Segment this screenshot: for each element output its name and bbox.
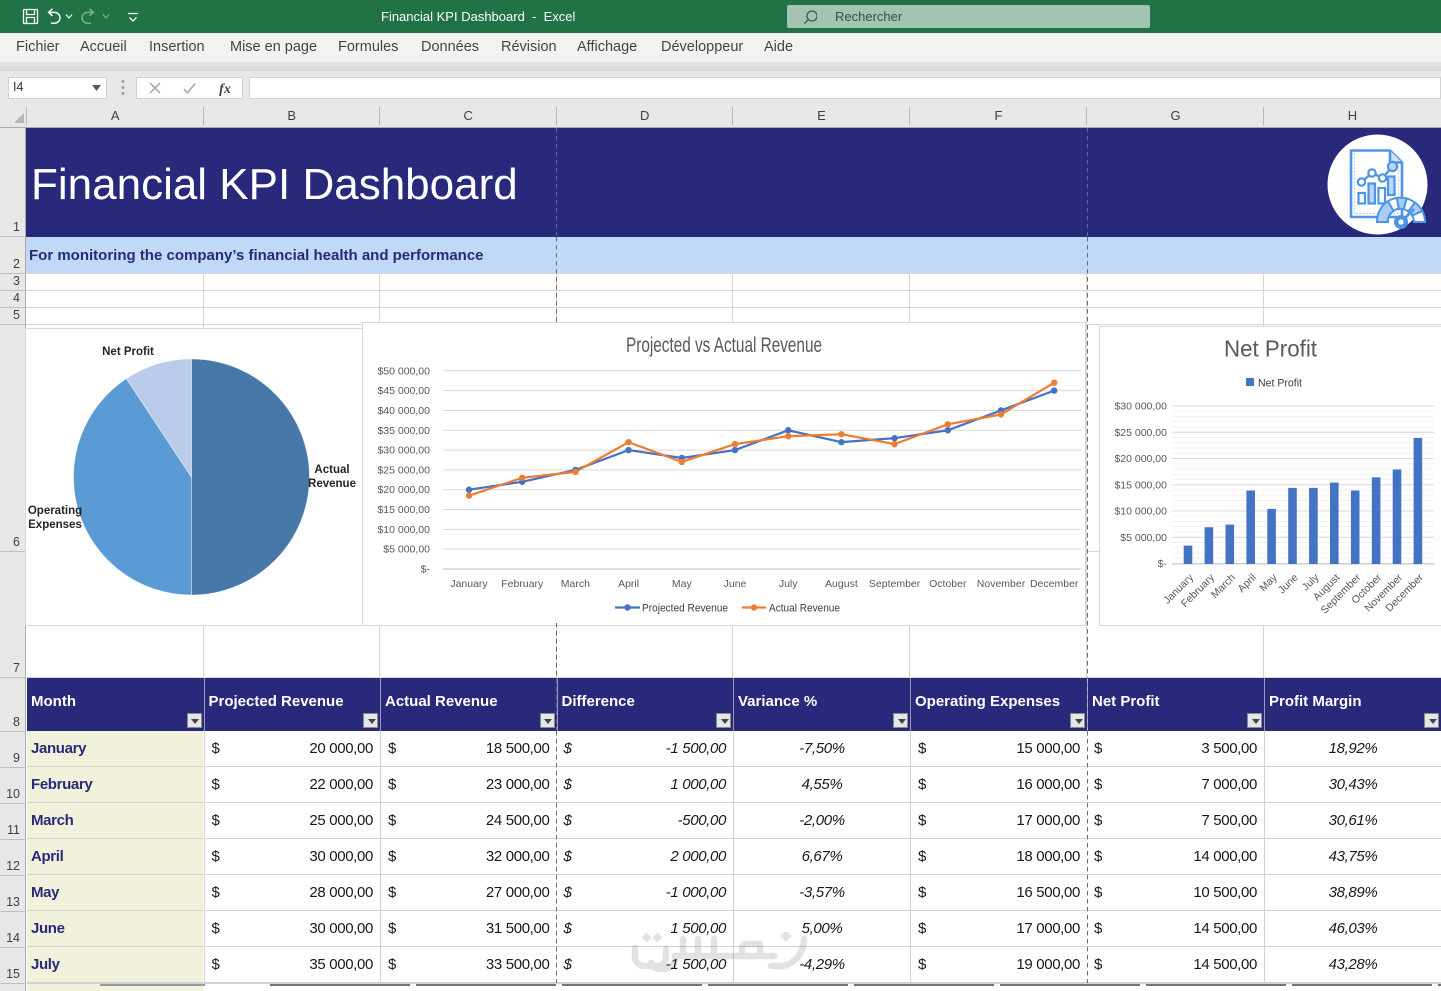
svg-text:November: November: [977, 578, 1026, 590]
svg-text:$15 000,00: $15 000,00: [1114, 479, 1167, 491]
svg-text:$20 000,00: $20 000,00: [1114, 453, 1167, 465]
svg-text:$35 000,00: $35 000,00: [377, 425, 430, 437]
svg-text:July: July: [779, 578, 798, 590]
svg-text:February: February: [501, 578, 544, 590]
svg-text:June: June: [724, 578, 747, 590]
svg-text:Actual Revenue: Actual Revenue: [769, 603, 840, 615]
svg-text:$30 000,00: $30 000,00: [1114, 401, 1167, 413]
svg-text:Net Profit: Net Profit: [1224, 336, 1318, 362]
svg-text:Operating: Operating: [28, 505, 82, 517]
svg-text:$5 000,00: $5 000,00: [383, 544, 430, 556]
svg-text:January: January: [450, 578, 488, 590]
svg-text:September: September: [869, 578, 921, 590]
svg-text:$40 000,00: $40 000,00: [377, 405, 430, 417]
svg-text:$20 000,00: $20 000,00: [377, 484, 430, 496]
svg-text:$25 000,00: $25 000,00: [1114, 427, 1167, 439]
svg-text:$-: $-: [421, 564, 431, 576]
svg-text:October: October: [929, 578, 967, 590]
svg-text:Actual: Actual: [314, 464, 349, 476]
svg-text:$5 000,00: $5 000,00: [1120, 532, 1167, 544]
svg-text:Net Profit: Net Profit: [1258, 378, 1302, 390]
svg-text:April: April: [618, 578, 639, 590]
svg-text:August: August: [825, 578, 858, 590]
svg-text:Projected vs Actual Revenue: Projected vs Actual Revenue: [626, 334, 822, 357]
svg-text:Projected Revenue: Projected Revenue: [642, 603, 728, 615]
svg-text:Revenue: Revenue: [308, 478, 356, 490]
svg-text:$15 000,00: $15 000,00: [377, 504, 430, 516]
svg-text:$30 000,00: $30 000,00: [377, 445, 430, 457]
svg-text:$10 000,00: $10 000,00: [1114, 506, 1167, 518]
svg-text:Expenses: Expenses: [28, 519, 82, 531]
svg-text:$45 000,00: $45 000,00: [377, 385, 430, 397]
svg-text:$10 000,00: $10 000,00: [377, 524, 430, 536]
svg-text:May: May: [672, 578, 693, 590]
svg-text:$-: $-: [1158, 558, 1168, 570]
svg-text:$50 000,00: $50 000,00: [377, 365, 430, 377]
svg-text:fx: fx: [219, 82, 231, 97]
svg-text:Net Profit: Net Profit: [102, 346, 154, 358]
svg-text:March: March: [561, 578, 590, 590]
svg-text:$25 000,00: $25 000,00: [377, 464, 430, 476]
svg-text:December: December: [1030, 578, 1079, 590]
